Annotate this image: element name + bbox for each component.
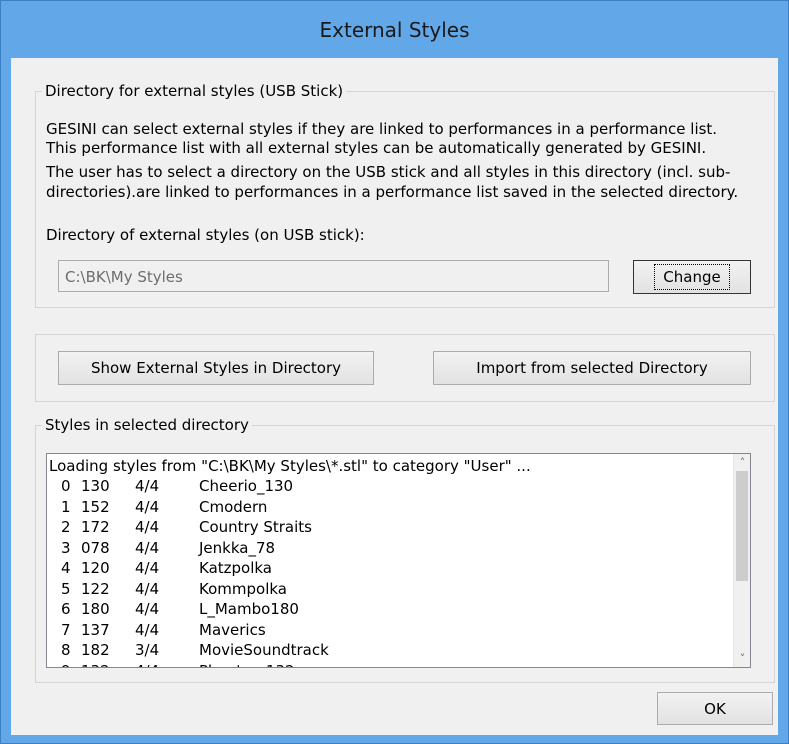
styles-groupbox: Styles in selected directory Loading sty…	[35, 415, 775, 683]
list-item[interactable]: 8 182 3/4 MovieSoundtrack	[47, 640, 733, 660]
list-item[interactable]: 6 180 4/4 L_Mambo180	[47, 599, 733, 619]
style-index: 5	[61, 579, 71, 598]
style-index: 8	[61, 641, 71, 659]
style-time-signature: 4/4	[135, 579, 160, 598]
style-time-signature: 4/4	[135, 559, 160, 577]
description-line-1: GESINI can select external styles if the…	[46, 120, 718, 138]
style-time-signature: 4/4	[135, 600, 160, 618]
style-index: 7	[61, 620, 71, 639]
ok-button-label: OK	[704, 699, 726, 718]
style-tempo: 182	[81, 641, 110, 659]
style-name: Phantom132	[199, 661, 295, 668]
style-index: 0	[61, 477, 71, 495]
style-tempo: 132	[81, 661, 110, 668]
change-directory-button[interactable]: Change	[633, 260, 751, 294]
style-name: Cmodern	[199, 497, 268, 516]
list-item[interactable]: 7 137 4/4 Maverics	[47, 620, 733, 640]
show-external-styles-button[interactable]: Show External Styles in Directory	[58, 351, 374, 385]
style-tempo: 152	[81, 497, 110, 516]
style-name: Country Straits	[199, 518, 312, 536]
directory-field-label: Directory of external styles (on USB sti…	[46, 226, 365, 244]
style-tempo: 122	[81, 579, 110, 598]
list-item[interactable]: 1 152 4/4 Cmodern	[47, 497, 733, 517]
list-item[interactable]: 3 078 4/4 Jenkka_78	[47, 538, 733, 558]
import-directory-button[interactable]: Import from selected Directory	[433, 351, 751, 385]
import-button-label: Import from selected Directory	[476, 359, 708, 377]
style-name: Maverics	[199, 620, 266, 639]
description-line-3: The user has to select a directory on th…	[46, 163, 731, 181]
style-name: MovieSoundtrack	[199, 641, 329, 659]
list-loading-line: Loading styles from "C:\BK\My Styles\*.s…	[49, 457, 531, 475]
style-tempo: 120	[81, 559, 110, 577]
title-bar[interactable]: External Styles	[1, 1, 788, 58]
style-name: Kommpolka	[199, 579, 287, 598]
style-index: 2	[61, 518, 71, 536]
dialog-client-area: Directory for external styles (USB Stick…	[11, 58, 778, 735]
style-name: Jenkka_78	[199, 538, 276, 557]
style-name: Katzpolka	[199, 559, 273, 577]
list-item[interactable]: 0 130 4/4 Cheerio_130	[47, 476, 733, 496]
style-index: 4	[61, 559, 71, 577]
list-item[interactable]: 5 122 4/4 Kommpolka	[47, 579, 733, 599]
change-button-label: Change	[654, 264, 730, 290]
style-index: 1	[61, 497, 71, 516]
chevron-down-icon[interactable]: ˅	[734, 650, 750, 667]
dialog-window: External Styles Directory for external s…	[0, 0, 789, 744]
style-tempo: 172	[81, 518, 110, 536]
directory-path-field[interactable]: C:\BK\My Styles	[58, 260, 609, 292]
styles-listbox[interactable]: Loading styles from "C:\BK\My Styles\*.s…	[46, 453, 751, 668]
description-line-2: This performance list with all external …	[46, 139, 707, 157]
ok-button[interactable]: OK	[657, 692, 773, 725]
scrollbar-thumb[interactable]	[736, 471, 748, 581]
style-time-signature: 4/4	[135, 538, 160, 557]
directory-groupbox: Directory for external styles (USB Stick…	[35, 81, 775, 308]
chevron-up-icon[interactable]: ˄	[734, 454, 750, 471]
styles-group-legend: Styles in selected directory	[42, 415, 252, 435]
window-title: External Styles	[319, 17, 470, 42]
style-tempo: 180	[81, 600, 110, 618]
vertical-scrollbar[interactable]: ˄ ˅	[733, 454, 750, 667]
style-time-signature: 4/4	[135, 477, 160, 495]
style-time-signature: 3/4	[135, 641, 160, 659]
style-time-signature: 4/4	[135, 518, 160, 536]
style-time-signature: 4/4	[135, 620, 160, 639]
style-time-signature: 4/4	[135, 661, 159, 668]
directory-group-legend: Directory for external styles (USB Stick…	[42, 81, 347, 101]
style-index: 3	[61, 538, 71, 557]
description-line-4: directories).are linked to performances …	[46, 183, 739, 201]
style-name: L_Mambo180	[199, 600, 299, 618]
style-name: Cheerio_130	[199, 477, 294, 495]
list-item[interactable]: 4 120 4/4 Katzpolka	[47, 558, 733, 578]
styles-list-content: Loading styles from "C:\BK\My Styles\*.s…	[47, 454, 733, 667]
style-tempo: 137	[81, 620, 110, 639]
list-item[interactable]: 9 132 4/4 Phantom132	[47, 661, 733, 668]
style-tempo: 078	[81, 538, 110, 557]
style-time-signature: 4/4	[135, 497, 160, 516]
style-index: 9	[61, 661, 71, 668]
style-index: 6	[61, 600, 71, 618]
show-button-label: Show External Styles in Directory	[90, 359, 342, 377]
list-item[interactable]: 2 172 4/4 Country Straits	[47, 517, 733, 537]
style-tempo: 130	[81, 477, 110, 495]
actions-groupbox: Show External Styles in Directory Import…	[35, 334, 775, 402]
